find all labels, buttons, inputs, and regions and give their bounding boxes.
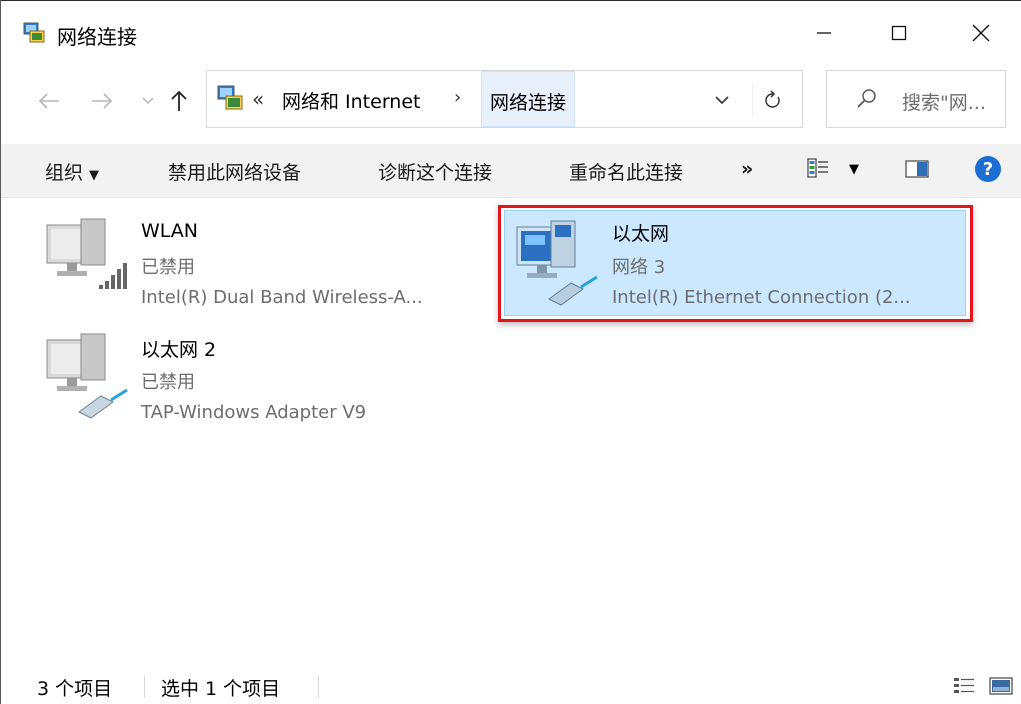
search-icon bbox=[857, 89, 876, 108]
maximize-icon bbox=[891, 25, 907, 41]
refresh-button[interactable] bbox=[752, 83, 793, 117]
close-icon bbox=[972, 24, 990, 42]
item-count: 3 个项目 bbox=[37, 678, 113, 700]
breadcrumb-network-internet[interactable]: 网络和 Internet bbox=[282, 87, 420, 114]
network-connections-icon bbox=[217, 85, 243, 110]
connection-item-wlan[interactable]: WLAN 已禁用 Intel(R) Dual Band Wireless-A..… bbox=[41, 215, 481, 325]
diagnose-button[interactable]: 诊断这个连接 bbox=[378, 158, 492, 185]
back-arrow-icon bbox=[38, 93, 59, 109]
back-button[interactable] bbox=[34, 86, 64, 116]
explorer-window: 网络连接 « 网络和 Internet › 网络连接 搜索"网... 组织 ▼ … bbox=[0, 0, 1021, 704]
more-commands-button[interactable]: » bbox=[741, 158, 753, 180]
minimize-icon bbox=[817, 32, 831, 34]
chevron-down-icon bbox=[142, 97, 154, 105]
change-view-icon[interactable] bbox=[806, 156, 830, 180]
search-placeholder: 搜索"网... bbox=[902, 92, 986, 114]
details-view-icon[interactable] bbox=[953, 676, 975, 696]
selection-count: 选中 1 个项目 bbox=[161, 678, 281, 700]
connection-status: 网络 3 bbox=[612, 257, 666, 278]
address-dropdown-button[interactable] bbox=[707, 85, 737, 115]
ethernet-adapter-icon bbox=[516, 220, 598, 306]
preview-pane-icon[interactable] bbox=[905, 160, 929, 178]
caret-down-icon: ▼ bbox=[89, 168, 100, 183]
help-icon[interactable]: ? bbox=[975, 156, 1001, 182]
close-button[interactable] bbox=[951, 9, 1011, 57]
search-box[interactable]: 搜索"网... bbox=[826, 70, 1006, 128]
organize-menu[interactable]: 组织 ▼ bbox=[45, 158, 99, 185]
forward-button[interactable] bbox=[87, 86, 117, 116]
connection-device: TAP-Windows Adapter V9 bbox=[141, 402, 367, 423]
ethernet-adapter-icon bbox=[46, 333, 128, 419]
breadcrumb-network-connections[interactable]: 网络连接 bbox=[481, 71, 576, 127]
network-connections-icon bbox=[23, 22, 45, 43]
status-divider bbox=[318, 676, 319, 698]
up-button[interactable] bbox=[164, 86, 194, 116]
view-options-dropdown[interactable]: ▼ bbox=[849, 162, 859, 177]
connection-item-ethernet[interactable]: 以太网 网络 3 Intel(R) Ethernet Connection (2… bbox=[504, 210, 966, 316]
connection-status: 已禁用 bbox=[141, 257, 195, 278]
up-arrow-icon bbox=[171, 90, 187, 111]
maximize-button[interactable] bbox=[869, 9, 929, 57]
status-divider bbox=[144, 676, 145, 698]
organize-label: 组织 bbox=[45, 162, 84, 184]
title-bar: 网络连接 bbox=[1, 1, 1021, 61]
disable-device-button[interactable]: 禁用此网络设备 bbox=[168, 158, 301, 185]
connection-device: Intel(R) Dual Band Wireless-A... bbox=[141, 287, 423, 308]
connection-name: WLAN bbox=[141, 220, 199, 242]
breadcrumb-separator[interactable]: › bbox=[454, 87, 461, 108]
chevron-down-icon bbox=[715, 95, 729, 104]
recent-locations-button[interactable] bbox=[133, 86, 163, 116]
command-bar: 组织 ▼ 禁用此网络设备 诊断这个连接 重命名此连接 » ▼ ? bbox=[1, 144, 1021, 198]
window-title: 网络连接 bbox=[57, 25, 137, 49]
breadcrumb-overflow[interactable]: « bbox=[252, 87, 264, 111]
minimize-button[interactable] bbox=[794, 9, 854, 57]
forward-arrow-icon bbox=[92, 93, 113, 109]
connection-device: Intel(R) Ethernet Connection (2... bbox=[612, 287, 911, 308]
refresh-icon bbox=[765, 90, 780, 108]
status-bar: 3 个项目 选中 1 个项目 bbox=[1, 668, 1021, 704]
connection-name: 以太网 bbox=[612, 223, 670, 245]
address-bar[interactable]: « 网络和 Internet › 网络连接 bbox=[206, 70, 803, 128]
wifi-adapter-icon bbox=[46, 218, 127, 289]
rename-button[interactable]: 重命名此连接 bbox=[569, 158, 683, 185]
connection-status: 已禁用 bbox=[141, 372, 195, 393]
large-icons-view-icon[interactable] bbox=[989, 676, 1013, 696]
connection-item-ethernet-2[interactable]: 以太网 2 已禁用 TAP-Windows Adapter V9 bbox=[41, 330, 481, 440]
connection-name: 以太网 2 bbox=[141, 339, 217, 361]
